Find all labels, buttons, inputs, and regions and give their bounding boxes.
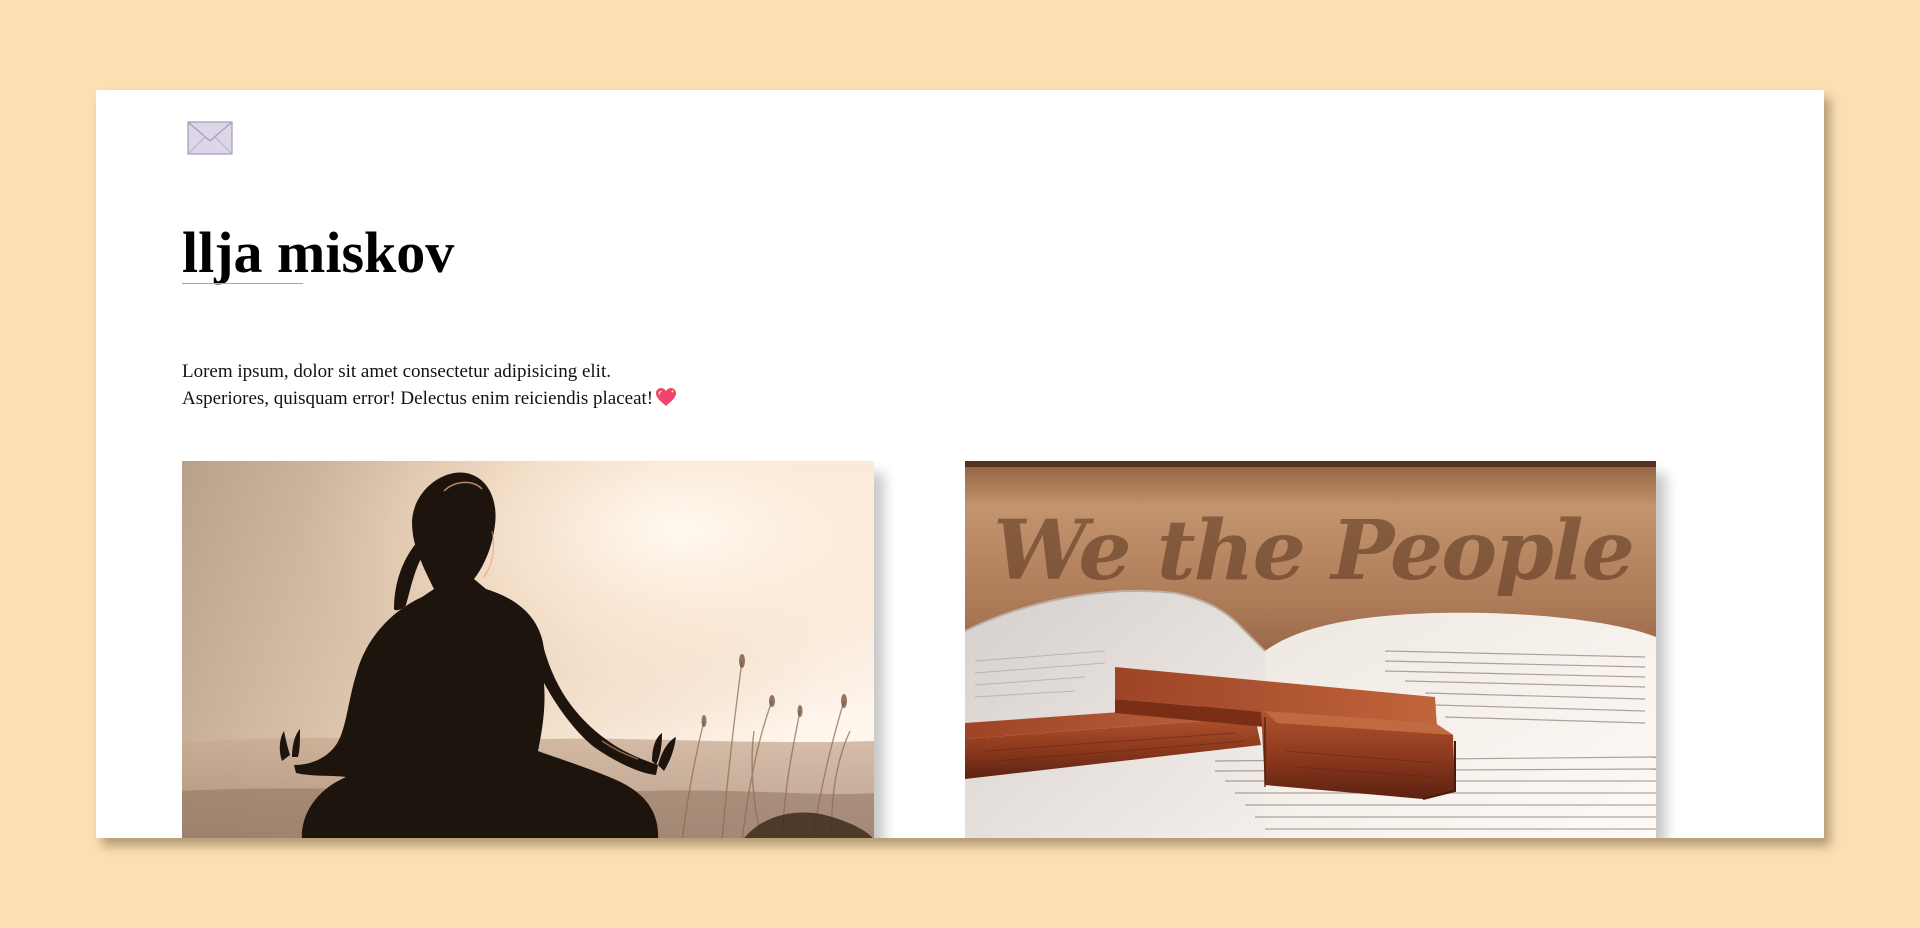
intro-line-2-text: Asperiores, quisquam error! Delectus eni… xyxy=(182,388,654,409)
meditation-photo[interactable] xyxy=(182,461,874,838)
title-underline xyxy=(182,283,303,284)
intro-line-2: Asperiores, quisquam error! Delectus eni… xyxy=(182,385,677,415)
content-card: llja miskov Lorem ipsum, dolor sit amet … xyxy=(96,90,1824,838)
envelope-icon xyxy=(187,121,233,155)
sparkling-heart-icon xyxy=(656,388,677,415)
intro-line-1: Lorem ipsum, dolor sit amet consectetur … xyxy=(182,361,611,382)
email-link[interactable] xyxy=(187,121,233,155)
page-title: llja miskov xyxy=(182,220,455,285)
cross-on-bible-photo[interactable]: We the People xyxy=(965,461,1656,838)
intro-text: Lorem ipsum, dolor sit amet consectetur … xyxy=(182,358,677,415)
